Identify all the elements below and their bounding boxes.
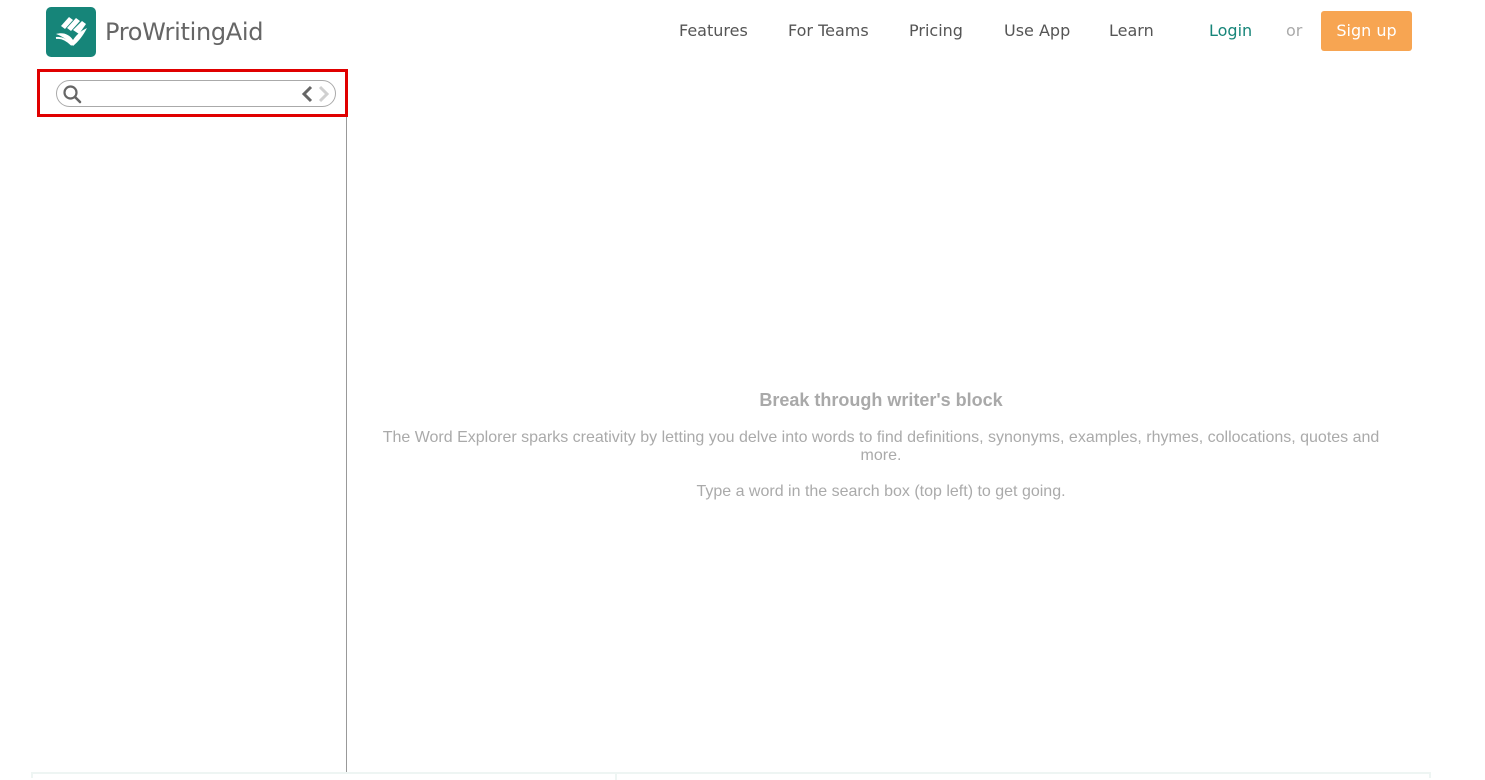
main-nav: Features For Teams Pricing Use App Learn… [0,11,1485,51]
nav-pricing[interactable]: Pricing [909,11,963,51]
word-search-box [56,80,336,107]
empty-state: Break through writer's block The Word Ex… [370,390,1392,519]
search-icon[interactable] [62,84,82,104]
empty-state-description: The Word Explorer sparks creativity by l… [382,429,1380,464]
bottom-panel-border [31,772,1431,780]
chevron-right-icon[interactable] [317,85,331,103]
sidebar-divider [346,117,347,773]
login-link[interactable]: Login [1209,11,1252,51]
nav-use-app[interactable]: Use App [1004,11,1070,51]
or-separator: or [1286,21,1303,40]
signup-button[interactable]: Sign up [1321,11,1412,51]
nav-learn[interactable]: Learn [1109,11,1154,51]
bottom-panel-split [615,774,617,780]
nav-for-teams[interactable]: For Teams [788,11,869,51]
empty-state-title: Break through writer's block [759,390,1003,410]
empty-state-hint: Type a word in the search box (top left)… [696,483,1066,500]
chevron-left-icon[interactable] [300,85,314,103]
nav-features[interactable]: Features [679,11,748,51]
word-search-input[interactable] [87,83,297,104]
site-header: ProWritingAid Features For Teams Pricing… [0,0,1485,64]
